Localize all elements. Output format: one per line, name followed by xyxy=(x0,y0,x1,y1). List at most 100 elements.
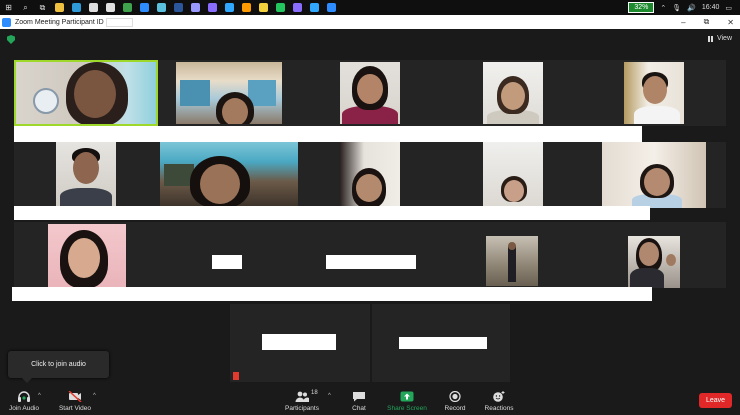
close-icon[interactable]: ✕ xyxy=(727,18,734,27)
green-app-icon[interactable] xyxy=(272,0,289,15)
zoom-meeting-screen: ⊞ ⌕ ⧉ 32% ⌃ 🎙 🔊 16:40 ▭ Zoom Meeting Par… xyxy=(0,0,740,415)
headphones-icon xyxy=(17,391,31,402)
illustrator-icon[interactable] xyxy=(238,0,255,15)
folder-icon[interactable] xyxy=(51,0,68,15)
participant-video xyxy=(483,142,543,208)
participant-video xyxy=(486,236,538,286)
chat-label: Chat xyxy=(352,405,366,412)
row-3-name-redaction xyxy=(12,287,652,301)
participants-icon xyxy=(295,391,309,402)
participant-tile-2[interactable] xyxy=(158,60,300,126)
chat-button[interactable]: Chat xyxy=(346,385,372,415)
participant-tile-12[interactable] xyxy=(158,222,300,288)
participant-tile-11[interactable] xyxy=(14,222,158,288)
store-icon[interactable] xyxy=(85,0,102,15)
participant-tile-9[interactable] xyxy=(442,142,584,208)
notifications-icon[interactable]: ▭ xyxy=(725,4,732,12)
muted-mic-icon xyxy=(233,372,239,380)
participant-tile-16[interactable] xyxy=(230,304,370,382)
taskbar-apps xyxy=(51,0,340,15)
word-icon[interactable] xyxy=(170,0,187,15)
task-view-icon[interactable]: ⧉ xyxy=(34,0,51,15)
participant-tile-8[interactable] xyxy=(300,142,442,208)
participant-tile-15[interactable] xyxy=(584,222,726,288)
meeting-controls-toolbar: Join Audio ^ Start Video ^ Participants … xyxy=(0,385,740,415)
participant-video xyxy=(624,62,684,124)
participant-tile-7[interactable] xyxy=(158,142,300,208)
battery-indicator[interactable]: 32% xyxy=(628,2,655,13)
zoom-title-bar: Zoom Meeting Participant ID – ⧉ ✕ xyxy=(0,15,740,29)
view-label: View xyxy=(716,35,732,42)
participant-tile-14[interactable] xyxy=(442,222,584,288)
reactions-icon xyxy=(492,391,506,402)
participant-name-redaction xyxy=(399,337,487,349)
participant-tile-10[interactable] xyxy=(584,142,726,208)
zoom-app-icon[interactable] xyxy=(323,0,340,15)
participant-tile-4[interactable] xyxy=(442,60,584,126)
restore-icon[interactable]: ⧉ xyxy=(704,17,710,27)
clock[interactable]: 16:40 xyxy=(702,4,720,11)
audio-options-caret-icon[interactable]: ^ xyxy=(38,393,41,399)
participant-video xyxy=(16,62,156,124)
participant-video xyxy=(160,142,298,208)
participant-video xyxy=(176,62,282,124)
row-1-name-redaction xyxy=(14,126,642,142)
participant-tile-1[interactable] xyxy=(14,60,158,126)
start-video-label: Start Video xyxy=(58,405,92,412)
chat-icon xyxy=(352,391,366,402)
pr-alt-icon[interactable] xyxy=(289,0,306,15)
participants-label: Participants xyxy=(285,405,319,412)
reactions-label: Reactions xyxy=(484,405,514,412)
arrow-app-icon[interactable] xyxy=(136,0,153,15)
video-off-icon xyxy=(68,390,82,403)
participants-options-caret-icon[interactable]: ^ xyxy=(328,393,331,399)
join-audio-tooltip[interactable]: Click to join audio xyxy=(8,351,109,383)
premiere-icon[interactable] xyxy=(204,0,221,15)
join-audio-button[interactable]: Join Audio xyxy=(6,385,42,415)
participant-tile-13[interactable] xyxy=(300,222,442,288)
start-video-button[interactable]: Start Video xyxy=(56,385,94,415)
record-button[interactable]: Record xyxy=(440,385,470,415)
share-screen-label: Share Screen xyxy=(387,405,427,412)
participant-video xyxy=(628,236,680,288)
windows-start-icon[interactable]: ⊞ xyxy=(0,0,17,15)
join-audio-label: Join Audio xyxy=(9,405,39,412)
row-2-name-redaction xyxy=(14,206,650,220)
minimize-icon[interactable]: – xyxy=(681,18,685,27)
participant-id-redaction xyxy=(105,17,133,27)
after-effects-icon[interactable] xyxy=(187,0,204,15)
grid-view-icon xyxy=(707,35,714,42)
photoshop-icon[interactable] xyxy=(221,0,238,15)
edge-icon[interactable] xyxy=(68,0,85,15)
share-screen-button[interactable]: Share Screen xyxy=(386,385,428,415)
microphone-icon[interactable]: 🎙 xyxy=(672,4,681,12)
participant-tile-17[interactable] xyxy=(372,304,510,382)
share-screen-icon xyxy=(400,391,414,402)
cursor-app-icon[interactable] xyxy=(153,0,170,15)
record-label: Record xyxy=(444,405,466,412)
leave-button[interactable]: Leave xyxy=(699,393,732,408)
search-icon[interactable]: ⌕ xyxy=(17,0,34,15)
chevron-up-icon[interactable]: ⌃ xyxy=(660,4,666,12)
shield-app-icon[interactable] xyxy=(102,0,119,15)
participant-tile-6[interactable] xyxy=(14,142,158,208)
encryption-shield-icon[interactable] xyxy=(7,35,15,44)
notes-icon[interactable] xyxy=(255,0,272,15)
volume-icon[interactable]: 🔊 xyxy=(687,4,696,12)
reactions-button[interactable]: Reactions xyxy=(482,385,516,415)
windows-taskbar: ⊞ ⌕ ⧉ 32% ⌃ 🎙 🔊 16:40 ▭ xyxy=(0,0,740,15)
participant-tile-5[interactable] xyxy=(584,60,726,126)
record-icon xyxy=(448,390,462,403)
system-tray: 32% ⌃ 🎙 🔊 16:40 ▭ xyxy=(628,0,740,15)
video-options-caret-icon[interactable]: ^ xyxy=(93,393,96,399)
participant-video xyxy=(340,62,400,124)
zoom-logo-icon xyxy=(2,17,11,27)
view-button[interactable]: View xyxy=(707,35,732,42)
participant-video xyxy=(483,62,543,124)
join-audio-tooltip-text: Click to join audio xyxy=(31,361,86,368)
participant-name-redaction xyxy=(262,334,336,350)
photoshop-alt-icon[interactable] xyxy=(306,0,323,15)
chrome-icon[interactable] xyxy=(119,0,136,15)
window-controls: – ⧉ ✕ xyxy=(681,15,734,29)
participant-tile-3[interactable] xyxy=(300,60,442,126)
